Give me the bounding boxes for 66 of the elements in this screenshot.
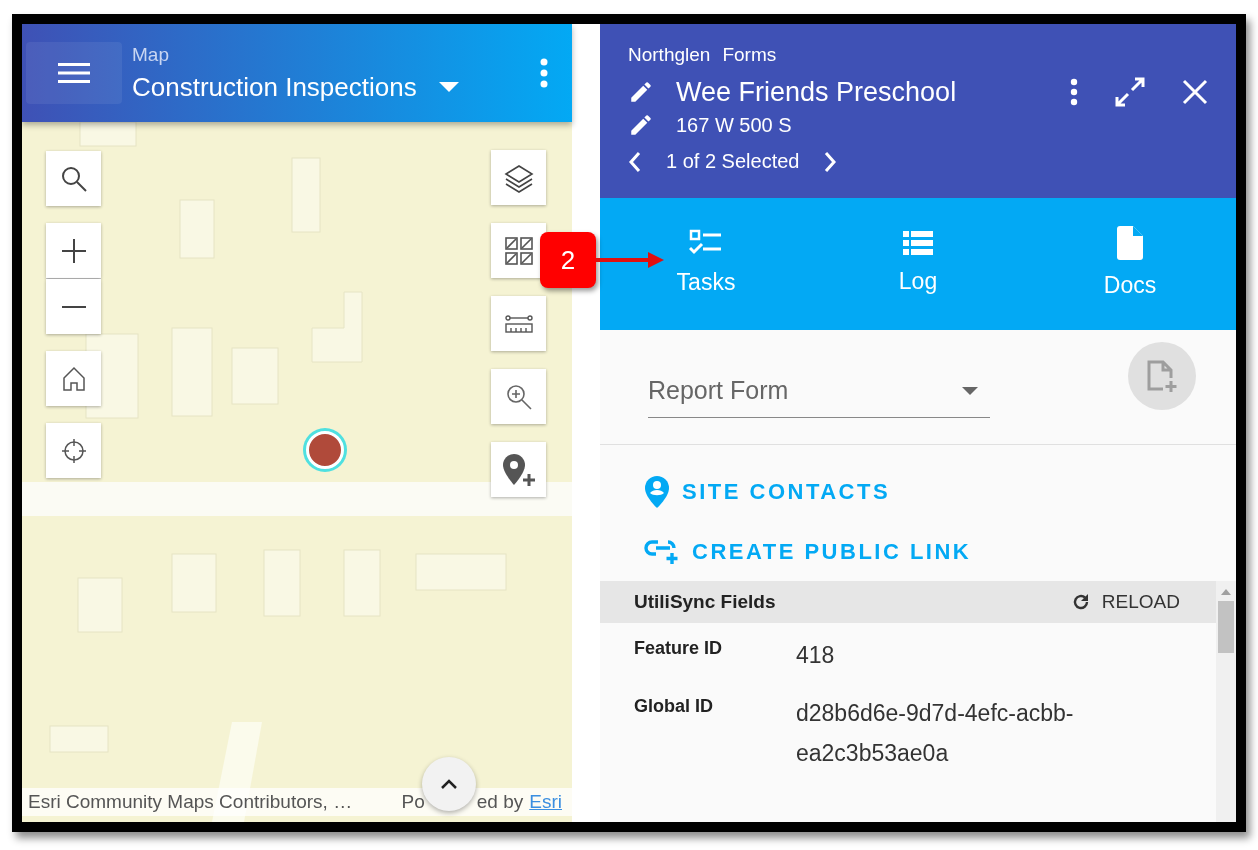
link-plus-icon	[644, 539, 680, 565]
scrollbar-thumb[interactable]	[1218, 601, 1234, 653]
field-value: d28b6d6e-9d7d-4efc-acbb-ea2c3b53ae0a	[796, 699, 1075, 768]
chevron-up-icon	[440, 778, 458, 790]
action-link[interactable]: CREATE PUBLIC LINK	[644, 539, 972, 565]
caret-icon	[962, 386, 978, 395]
selection-count: 1 of 2 Selected	[666, 150, 800, 173]
action-link[interactable]: SITE CONTACTS	[644, 475, 891, 509]
crosshair-icon	[60, 437, 87, 464]
record-address: 167 W 500 S	[676, 113, 792, 137]
pin-plus-icon	[500, 451, 537, 488]
reload-button[interactable]: RELOAD	[1071, 591, 1180, 613]
minus-icon	[60, 304, 87, 309]
menu-icon	[57, 61, 91, 85]
layers-button[interactable]	[491, 150, 546, 205]
more-icon[interactable]	[1070, 78, 1078, 106]
scrollbar[interactable]	[1216, 581, 1236, 822]
person-pin-icon	[644, 475, 670, 509]
chevron-right-icon[interactable]	[823, 150, 838, 173]
tab[interactable]: Log	[812, 198, 1024, 330]
esri-link[interactable]: Esri	[529, 791, 562, 813]
pencil-icon[interactable]	[628, 79, 654, 105]
list-icon	[903, 230, 933, 256]
search-icon	[59, 164, 88, 193]
location-marker[interactable]	[306, 431, 344, 469]
map-selector[interactable]: Construction Inspections	[132, 71, 540, 103]
document-icon	[1117, 226, 1143, 260]
expand-icon[interactable]	[1114, 76, 1146, 108]
zoom-to-button[interactable]	[491, 369, 546, 424]
layers-icon	[503, 162, 534, 193]
powered-by-text: ed by	[476, 791, 524, 813]
breadcrumb-link[interactable]: Northglen	[628, 44, 711, 66]
close-icon[interactable]	[1182, 79, 1208, 105]
field-value: 418	[796, 641, 836, 670]
tab[interactable]: Tasks	[600, 198, 812, 330]
plus-icon	[60, 237, 87, 264]
step-badge: 2	[540, 232, 596, 288]
tab[interactable]: Docs	[1024, 198, 1236, 330]
caret-icon	[438, 82, 459, 92]
breadcrumb-link[interactable]: Forms	[722, 44, 777, 66]
measure-button[interactable]	[491, 296, 546, 351]
locate-button[interactable]	[46, 423, 101, 478]
pencil-icon[interactable]	[628, 112, 654, 138]
form-select[interactable]: Report Form	[648, 364, 990, 418]
home-icon	[61, 365, 86, 392]
callout-arrow	[596, 250, 666, 270]
section-title: UtiliSync Fields	[634, 591, 776, 613]
home-button[interactable]	[46, 351, 101, 406]
zoom-in-icon	[504, 382, 533, 411]
grid-icon	[504, 236, 533, 265]
document-plus-icon	[1145, 359, 1179, 393]
chevron-left-icon[interactable]	[628, 150, 642, 173]
field-label: Feature ID	[634, 637, 724, 660]
zoom-in-button[interactable]	[46, 223, 101, 278]
search-button[interactable]	[46, 151, 101, 206]
basemap-button[interactable]	[491, 223, 546, 278]
header-subtitle: Map	[132, 43, 170, 66]
checklist-icon	[689, 229, 723, 257]
field-label: Global ID	[634, 695, 714, 718]
map-attribution: Esri Community Maps Contributors, …	[28, 791, 354, 813]
record-title: Wee Friends Preschool	[676, 76, 958, 108]
menu-button[interactable]	[26, 42, 122, 104]
ruler-icon	[504, 314, 533, 333]
powered-by-text: Po	[401, 791, 425, 813]
refresh-icon	[1071, 593, 1090, 611]
add-point-button[interactable]	[491, 442, 546, 497]
